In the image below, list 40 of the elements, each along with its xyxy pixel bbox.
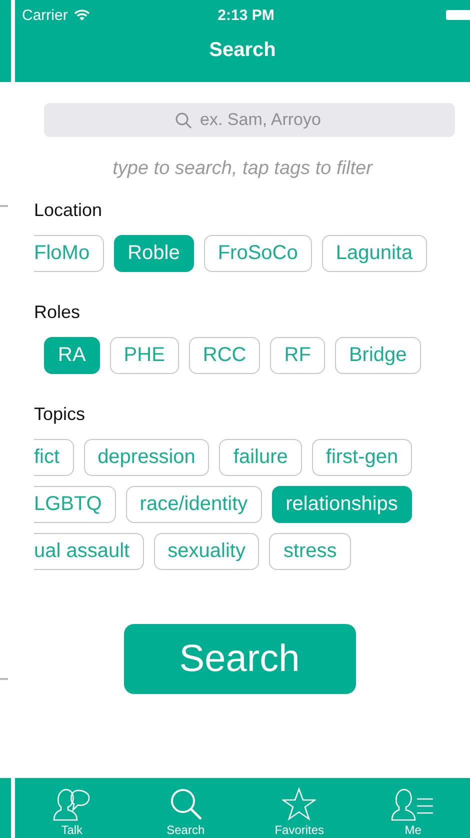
tab-label[interactable]: Search (166, 823, 205, 837)
tag-chip[interactable]: FloMo (34, 235, 104, 272)
tag-chip[interactable]: fict (34, 439, 74, 476)
tag-chip[interactable]: stress (269, 533, 351, 570)
tag-chip[interactable]: FroSoCo (204, 235, 312, 272)
tag-chip[interactable]: Lagunita (322, 235, 427, 272)
section-heading: Location (34, 200, 104, 221)
search-field[interactable]: ex. Sam, Arroyo (200, 110, 324, 130)
status-time: 2:13 PM (218, 6, 274, 24)
tag-chip[interactable]: failure (219, 439, 302, 476)
person-speech-icon[interactable] (52, 787, 91, 821)
section-heading: Roles (34, 302, 82, 323)
carrier-label: Carrier (22, 6, 68, 24)
side-panel-tab-bar (0, 778, 11, 838)
search-button[interactable]: Search (124, 624, 356, 694)
tab-label[interactable]: Me (404, 823, 422, 837)
tag-chip[interactable]: sexuality (154, 533, 260, 570)
tag-chip[interactable]: ual assault (34, 533, 144, 570)
tag-chip[interactable]: RF (270, 337, 325, 374)
tag-chip[interactable]: RA (44, 337, 100, 374)
tag-chip[interactable]: Bridge (334, 337, 421, 374)
search-icon (175, 112, 192, 128)
tag-chip[interactable]: depression (84, 439, 210, 476)
tag-chip[interactable]: RCC (188, 337, 260, 374)
wifi-icon (74, 9, 90, 21)
search-icon[interactable] (168, 787, 203, 821)
tag-chip[interactable]: LGBTQ (34, 486, 116, 523)
star-icon[interactable] (282, 787, 316, 821)
tab-label[interactable]: Favorites (274, 823, 324, 837)
screen-title: Search (208, 38, 277, 62)
hint-text: type to search, tap tags to filter (112, 158, 374, 180)
tag-chip[interactable]: relationships (272, 486, 412, 523)
tag-chip[interactable]: Roble (114, 235, 194, 272)
tab-label[interactable]: Talk (61, 823, 83, 837)
tag-chip[interactable]: first-gen (312, 439, 412, 476)
section-heading: Topics (34, 404, 86, 425)
person-list-icon[interactable] (391, 787, 436, 821)
battery-icon (446, 10, 470, 20)
tag-chip[interactable]: PHE (110, 337, 179, 374)
tag-chip[interactable]: race/identity (126, 486, 262, 523)
